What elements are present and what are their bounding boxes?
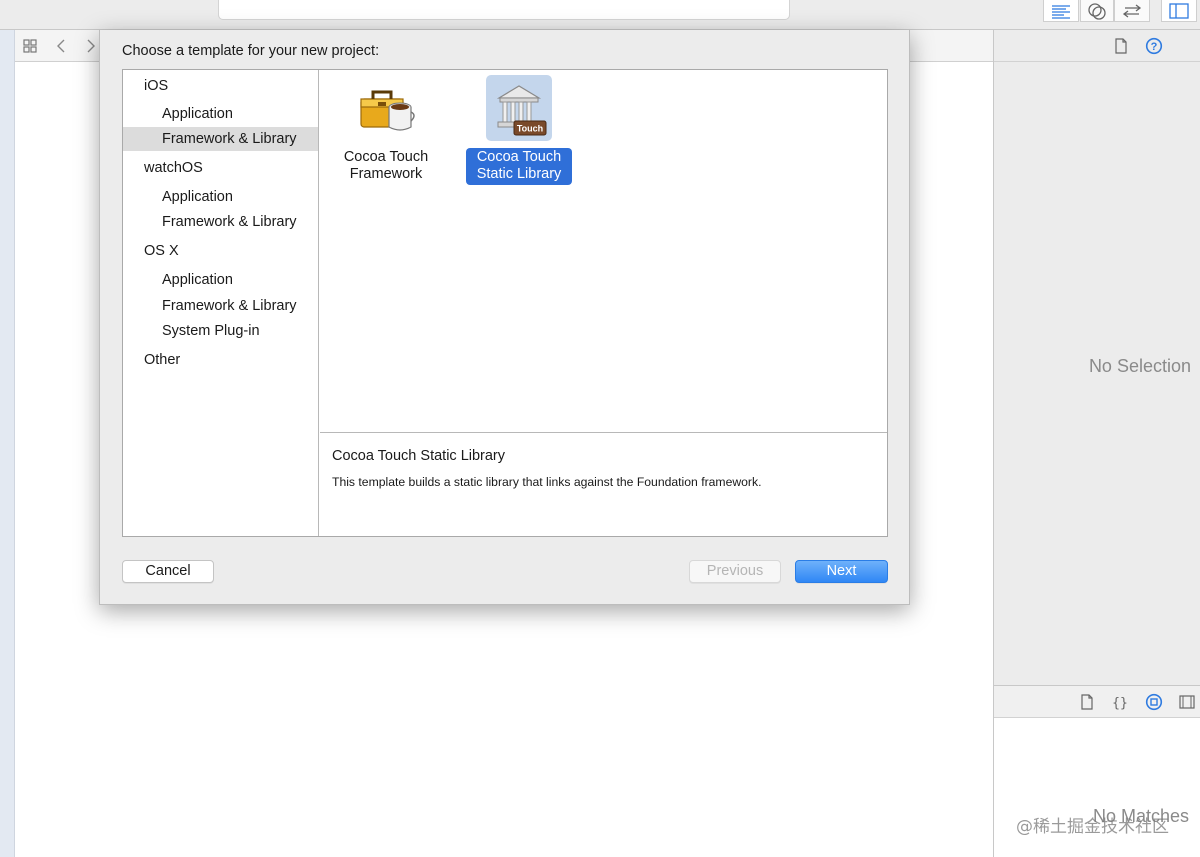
previous-button[interactable]: Previous: [689, 560, 781, 583]
description-text: This template builds a static library th…: [332, 475, 762, 489]
sidebar-item-watchos[interactable]: watchOS: [123, 156, 318, 180]
description-title: Cocoa Touch Static Library: [332, 448, 506, 464]
template-label: Cocoa Touch Framework: [343, 149, 429, 182]
new-project-sheet: Choose a template for your new project: …: [99, 30, 910, 605]
sidebar-item-label: Application: [162, 189, 233, 205]
go-back-button[interactable]: [51, 36, 71, 56]
standard-editor-icon: [1052, 4, 1070, 19]
sidebar-item-label: System Plug-in: [162, 323, 260, 339]
template-grid: Cocoa Touch Framework Touch Cocoa Touch …: [320, 70, 887, 433]
svg-text:?: ?: [1151, 41, 1158, 53]
sidebar-item-ios[interactable]: iOS: [123, 74, 318, 98]
sidebar-item-label: Framework & Library: [162, 131, 297, 147]
assistant-editor-button[interactable]: [1080, 0, 1114, 22]
sheet-title: Choose a template for your new project:: [122, 43, 380, 59]
template-cocoa-touch-static-library[interactable]: Touch Cocoa Touch Static Library: [460, 75, 578, 185]
sidebar-item-label: Application: [162, 272, 233, 288]
sidebar-item-osx-application[interactable]: Application: [123, 268, 318, 292]
version-editor-icon: [1122, 3, 1142, 18]
template-chooser: iOS Application Framework & Library watc…: [122, 69, 888, 537]
assistant-editor-icon: [1088, 2, 1106, 20]
file-icon: [1115, 38, 1127, 54]
braces-icon: {}: [1112, 696, 1128, 710]
sidebar-item-watchos-framework-library[interactable]: Framework & Library: [123, 210, 318, 234]
library-building-icon: Touch: [486, 75, 552, 141]
toggle-inspector-button[interactable]: [1161, 0, 1197, 22]
object-library-tab[interactable]: [1145, 693, 1163, 711]
file-template-library-tab[interactable]: [1078, 693, 1096, 711]
platform-sidebar: iOS Application Framework & Library watc…: [123, 70, 319, 536]
sidebar-item-osx-framework-library[interactable]: Framework & Library: [123, 294, 318, 318]
sidebar-item-watchos-application[interactable]: Application: [123, 185, 318, 209]
sidebar-item-label: Framework & Library: [162, 298, 297, 314]
go-forward-button[interactable]: [81, 36, 101, 56]
sidebar-item-label: OS X: [144, 243, 179, 259]
svg-text:{}: {}: [1112, 696, 1128, 710]
toolbox-icon: [353, 75, 419, 141]
file-inspector-tab[interactable]: [1112, 37, 1130, 55]
inspector-tabs: ?: [994, 30, 1200, 62]
sidebar-item-label: Framework & Library: [162, 214, 297, 230]
quick-help-tab[interactable]: ?: [1145, 37, 1163, 55]
grid-icon: [23, 39, 37, 53]
help-icon: ?: [1145, 37, 1163, 55]
code-snippet-library-tab[interactable]: {}: [1111, 693, 1129, 711]
sidebar-item-label: Other: [144, 352, 181, 368]
no-selection-label: No Selection: [1088, 356, 1191, 376]
watermark: @稀土掘金技术社区: [1016, 817, 1169, 837]
sidebar-item-osx[interactable]: OS X: [123, 239, 318, 263]
object-library-icon: [1145, 693, 1163, 711]
library-tabs: {}: [994, 685, 1200, 718]
sidebar-item-label: watchOS: [144, 160, 203, 176]
sidebar-item-other[interactable]: Other: [123, 348, 318, 372]
sidebar-item-osx-system-plugin[interactable]: System Plug-in: [123, 319, 318, 343]
file-icon: [1081, 694, 1093, 710]
chevron-right-icon: [87, 39, 95, 53]
standard-editor-button[interactable]: [1043, 0, 1079, 22]
inspector-panel: ? No Selection {} No Matches: [993, 30, 1200, 857]
template-label: Cocoa Touch Static Library: [465, 148, 573, 185]
sidebar-item-ios-application[interactable]: Application: [123, 102, 318, 126]
media-library-tab[interactable]: [1178, 693, 1196, 711]
template-description: Cocoa Touch Static Library This template…: [320, 433, 887, 536]
media-icon: [1179, 695, 1195, 709]
next-button[interactable]: Next: [795, 560, 888, 583]
sidebar-item-label: Application: [162, 106, 233, 122]
navigator-strip: [0, 30, 15, 857]
cancel-button[interactable]: Cancel: [122, 560, 214, 583]
sidebar-panel-icon: [1169, 2, 1189, 19]
window-toolbar: [0, 0, 1200, 30]
related-items-button[interactable]: [20, 36, 40, 56]
touch-badge: Touch: [517, 124, 543, 134]
chevron-left-icon: [57, 39, 65, 53]
sidebar-item-ios-framework-library[interactable]: Framework & Library: [123, 127, 318, 151]
template-cocoa-touch-framework[interactable]: Cocoa Touch Framework: [327, 75, 445, 185]
sidebar-item-label: iOS: [144, 78, 169, 94]
activity-viewer: [218, 0, 790, 20]
version-editor-button[interactable]: [1114, 0, 1150, 22]
